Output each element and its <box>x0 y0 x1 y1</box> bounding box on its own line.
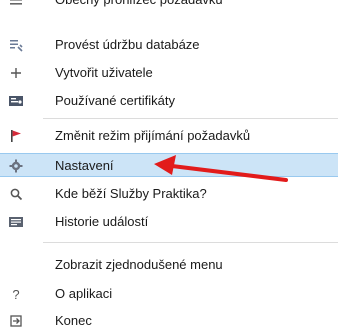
menu-item-database-maintenance[interactable]: Provést údržbu databáze <box>0 33 338 57</box>
menu-item-change-request-mode[interactable]: Změnit režim přijímání požadavků <box>0 124 338 148</box>
menu-item-general-request-viewer[interactable]: Obecný prohlížeč požadavků <box>0 0 338 12</box>
menu-item-label: Nastavení <box>55 158 114 173</box>
question-icon: ? <box>12 286 20 302</box>
plus-icon <box>8 65 24 81</box>
gear-icon <box>8 158 24 174</box>
certificate-icon <box>8 93 24 109</box>
menu-item-label: Konec <box>55 313 92 328</box>
exit-icon <box>8 313 24 329</box>
menu-item-label: Provést údržbu databáze <box>55 37 200 52</box>
menu-item-label: Historie událostí <box>55 214 149 229</box>
menu-item-label: Zobrazit zjednodušené menu <box>55 257 223 272</box>
menu-item-simplified-menu[interactable]: Zobrazit zjednodušené menu <box>0 253 338 277</box>
menu-item-label: Změnit režim přijímání požadavků <box>55 128 251 143</box>
menu-item-settings[interactable]: Nastavení <box>0 153 338 177</box>
menu-item-label: O aplikaci <box>55 286 113 301</box>
menu-item-create-user[interactable]: Vytvořit uživatele <box>0 61 338 85</box>
context-menu: Obecný prohlížeč požadavků Provést údržb… <box>0 0 338 334</box>
menu-item-certificates[interactable]: Používané certifikáty <box>0 89 338 113</box>
menu-item-label: Používané certifikáty <box>55 93 175 108</box>
menu-item-label: Vytvořit uživatele <box>55 65 153 80</box>
search-icon <box>8 186 24 202</box>
menu-item-about[interactable]: ? O aplikaci <box>0 282 338 306</box>
history-icon <box>8 214 24 230</box>
menu-item-label: Obecný prohlížeč požadavků <box>55 0 223 8</box>
menu-item-where-services-run[interactable]: Kde běží Služby Praktika? <box>0 182 338 206</box>
red-flag-icon <box>8 128 24 144</box>
menu-item-event-history[interactable]: Historie událostí <box>0 210 338 234</box>
list-icon <box>8 0 24 8</box>
menu-item-label: Kde běží Služby Praktika? <box>55 186 207 201</box>
menu-separator <box>43 242 338 243</box>
database-maintenance-icon <box>8 37 24 53</box>
menu-separator <box>43 118 338 119</box>
menu-item-exit[interactable]: Konec <box>0 309 338 333</box>
